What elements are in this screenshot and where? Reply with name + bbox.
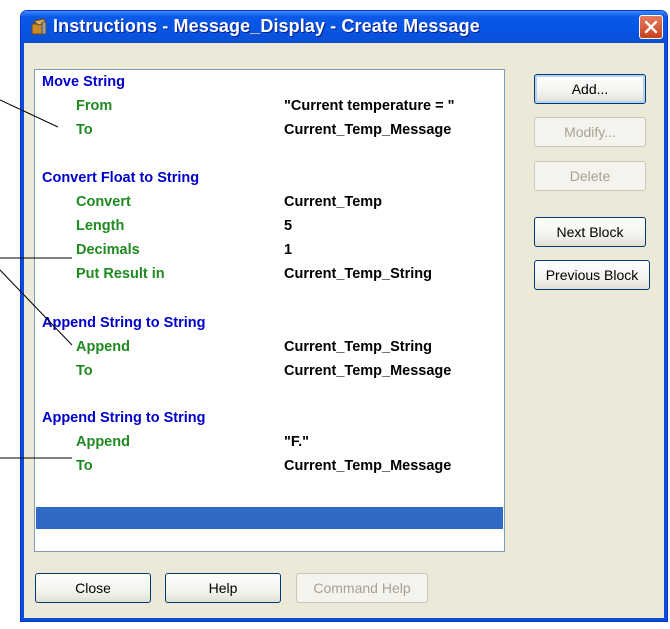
param-value: Current_Temp_String (284, 339, 432, 355)
param-value: 1 (284, 242, 293, 258)
next-block-button[interactable]: Next Block (534, 217, 646, 247)
selected-empty-row[interactable] (36, 507, 503, 529)
param-value: Current_Temp_Message (284, 122, 452, 138)
param-value: Current_Temp_Message (284, 363, 452, 379)
param-name: To (76, 458, 93, 474)
frame-left (21, 43, 24, 621)
modify-button[interactable]: Modify... (534, 117, 646, 147)
close-icon (644, 20, 658, 34)
param-value: "Current temperature = " (284, 98, 455, 114)
param-name: To (76, 363, 93, 379)
param-name: Decimals (76, 242, 140, 258)
block-title: Append String to String (42, 410, 206, 426)
param-name: Length (76, 218, 125, 234)
delete-button[interactable]: Delete (534, 161, 646, 191)
param-name: To (76, 122, 93, 138)
param-value: Current_Temp_String (284, 266, 432, 282)
param-value: Current_Temp_Message (284, 458, 452, 474)
param-name: Append (76, 434, 130, 450)
frame-right (664, 43, 667, 621)
close-button[interactable]: Close (35, 573, 151, 603)
tool-icon (31, 18, 47, 35)
param-name: Convert (76, 194, 131, 210)
block-title: Move String (42, 74, 125, 90)
param-name: Append (76, 339, 130, 355)
command-help-button[interactable]: Command Help (296, 573, 428, 603)
instruction-list[interactable]: Move String From "Current temperature = … (34, 69, 505, 552)
instructions-dialog: Instructions - Message_Display - Create … (20, 10, 668, 622)
block-title: Convert Float to String (42, 170, 200, 186)
param-name: Put Result in (76, 266, 165, 282)
window-title: Instructions - Message_Display - Create … (53, 16, 480, 36)
help-button[interactable]: Help (165, 573, 281, 603)
param-value: 5 (284, 218, 293, 234)
close-window-button[interactable] (639, 15, 663, 39)
param-value: Current_Temp (284, 194, 383, 210)
add-button[interactable]: Add... (534, 74, 646, 104)
title-bar[interactable]: Instructions - Message_Display - Create … (21, 11, 667, 43)
frame-bottom (21, 618, 667, 621)
block-title: Append String to String (42, 315, 206, 331)
param-name: From (76, 98, 113, 114)
param-value: "F." (284, 434, 310, 450)
previous-block-button[interactable]: Previous Block (534, 260, 650, 290)
